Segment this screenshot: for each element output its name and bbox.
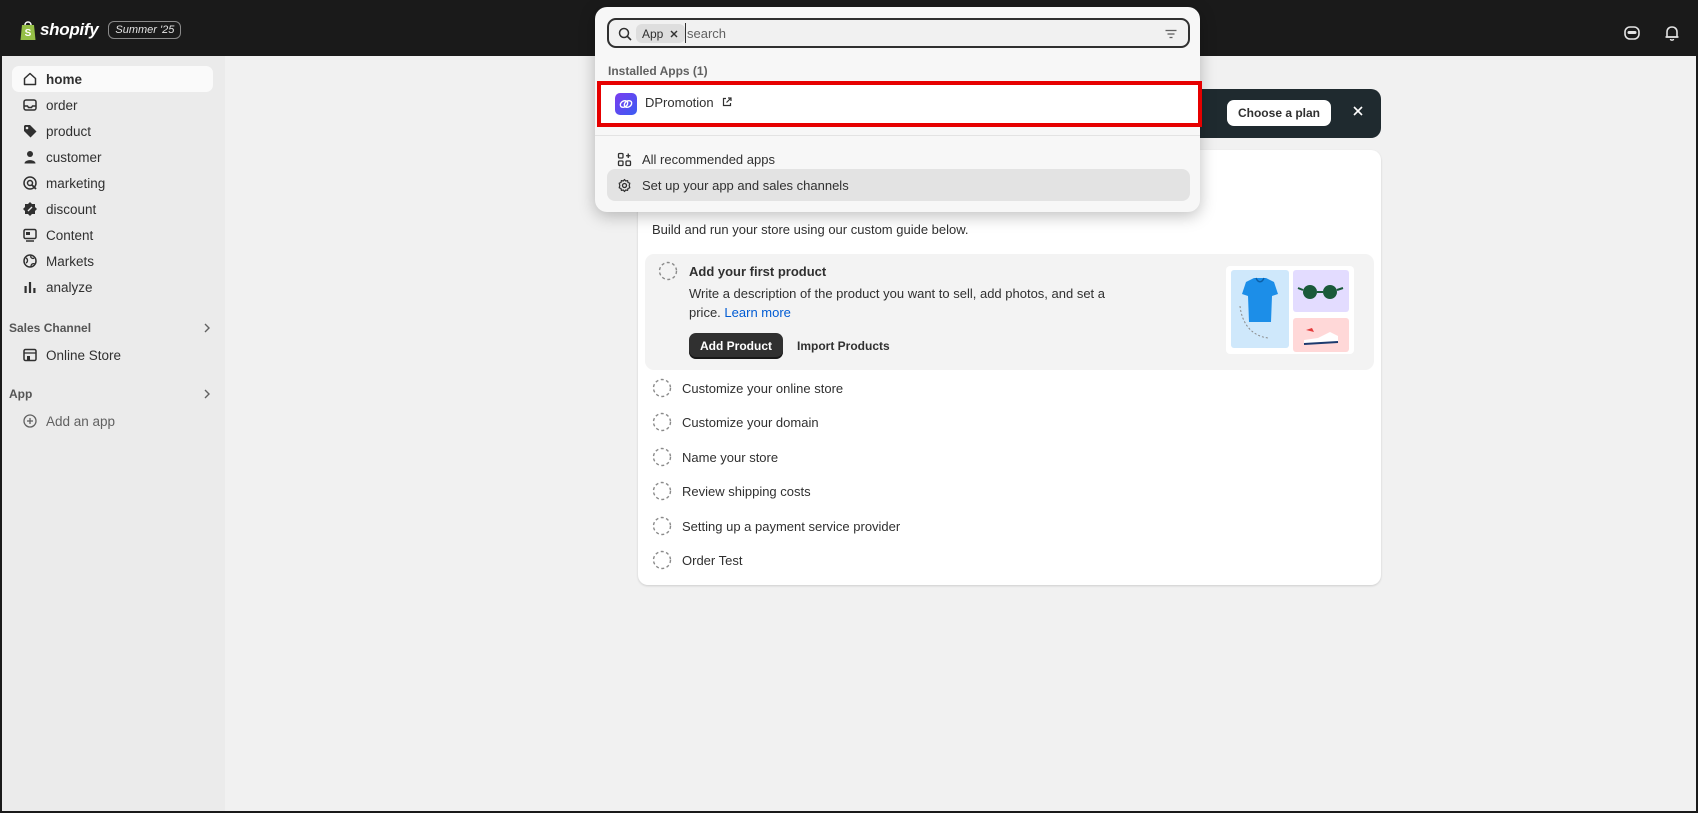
- person-icon: [24, 151, 36, 164]
- sales-channel-heading-label: Sales Channel: [9, 321, 92, 335]
- bell-icon[interactable]: [1663, 24, 1681, 42]
- home-icon: [23, 72, 37, 86]
- sidebar-item-label: product: [46, 123, 92, 139]
- task-payment-provider[interactable]: Setting up a payment service provider: [682, 519, 900, 534]
- filter-icon[interactable]: [1164, 27, 1178, 41]
- shopify-bag-icon: S: [20, 21, 36, 40]
- task-review-shipping[interactable]: Review shipping costs: [682, 484, 811, 499]
- add-product-button[interactable]: Add Product: [689, 333, 783, 359]
- setup-guide-intro: Build and run your store using our custo…: [652, 222, 969, 237]
- setup-apps-channels-item[interactable]: Set up your app and sales channels: [607, 169, 1190, 201]
- sidebar-item-add-app[interactable]: Add an app: [12, 408, 213, 434]
- task-incomplete-icon[interactable]: [658, 261, 678, 281]
- installed-app-name: DPromotion: [645, 95, 714, 110]
- globe-icon: [23, 254, 37, 268]
- installed-app-dpromotion[interactable]: DPromotion: [597, 81, 1202, 127]
- discount-icon: [23, 202, 37, 216]
- assistant-icon[interactable]: [1623, 24, 1641, 42]
- sidebar-item-analyze[interactable]: analyze: [12, 274, 213, 300]
- edition-badge[interactable]: Summer '25: [108, 21, 182, 39]
- sidebar-item-label: home: [46, 71, 83, 87]
- learn-more-link[interactable]: Learn more: [724, 305, 790, 320]
- active-task-description: Write a description of the product you w…: [689, 284, 1129, 322]
- task-customize-domain[interactable]: Customize your domain: [682, 415, 819, 430]
- import-products-button[interactable]: Import Products: [797, 339, 890, 353]
- sidebar-item-customer[interactable]: customer: [12, 144, 213, 170]
- chevron-right-icon: [204, 389, 210, 399]
- app-filter-chip-label: App: [642, 26, 664, 41]
- remove-filter-icon[interactable]: [669, 29, 679, 39]
- task-incomplete-icon[interactable]: [652, 481, 672, 501]
- sidebar-item-order[interactable]: order: [12, 92, 213, 118]
- dpromotion-logo-icon: [615, 93, 637, 115]
- main-nav: home order product customer marketing di…: [2, 56, 225, 300]
- sidebar-item-marketing[interactable]: marketing: [12, 170, 213, 196]
- all-recommended-apps-label: All recommended apps: [642, 151, 775, 167]
- sidebar: home order product customer marketing di…: [2, 56, 225, 811]
- sales-channel-heading[interactable]: Sales Channel: [9, 318, 213, 338]
- svg-text:S: S: [25, 28, 32, 39]
- setup-guide-card: Build and run your store using our custo…: [638, 150, 1381, 585]
- chevron-right-icon: [204, 323, 210, 333]
- plus-circle-icon: [23, 414, 37, 428]
- search-box[interactable]: App: [607, 18, 1190, 48]
- sidebar-item-label: order: [46, 97, 78, 113]
- gear-icon: [618, 178, 631, 192]
- task-incomplete-icon[interactable]: [652, 550, 672, 570]
- search-icon: [618, 27, 632, 41]
- target-icon: [23, 176, 37, 190]
- sidebar-item-label: analyze: [46, 279, 93, 295]
- installed-apps-heading: Installed Apps (1): [608, 64, 708, 78]
- search-input[interactable]: [685, 23, 1145, 43]
- task-incomplete-icon[interactable]: [652, 412, 672, 432]
- brand[interactable]: S shopify Summer '25: [19, 19, 182, 41]
- task-incomplete-icon[interactable]: [652, 516, 672, 536]
- product-illustration: [1226, 266, 1354, 354]
- sidebar-item-label: Content: [46, 227, 94, 243]
- sidebar-item-label: discount: [46, 201, 97, 217]
- active-task: Add your first product Write a descripti…: [645, 254, 1374, 370]
- close-icon[interactable]: [1351, 104, 1365, 118]
- sidebar-item-content[interactable]: Content: [12, 222, 213, 248]
- app-heading-label: App: [9, 387, 33, 401]
- apps-grid-icon: [617, 152, 632, 166]
- sidebar-item-online-store[interactable]: Online Store: [12, 342, 213, 368]
- task-name-store[interactable]: Name your store: [682, 450, 778, 465]
- add-app-label: Add an app: [46, 413, 116, 429]
- app-heading[interactable]: App: [9, 384, 213, 404]
- choose-plan-button[interactable]: Choose a plan: [1226, 100, 1331, 126]
- active-task-title: Add your first product: [689, 264, 827, 279]
- storefront-icon: [23, 348, 37, 362]
- setup-apps-channels-label: Set up your app and sales channels: [642, 177, 849, 193]
- sidebar-item-discount[interactable]: discount: [12, 196, 213, 222]
- bar-chart-icon: [24, 282, 36, 293]
- content-icon: [23, 228, 37, 242]
- task-order-test[interactable]: Order Test: [682, 553, 742, 568]
- task-customize-store[interactable]: Customize your online store: [682, 381, 843, 396]
- task-incomplete-icon[interactable]: [652, 378, 672, 398]
- tag-icon: [24, 125, 37, 138]
- sidebar-item-home[interactable]: home: [12, 66, 213, 92]
- online-store-label: Online Store: [46, 347, 122, 363]
- sidebar-item-markets[interactable]: Markets: [12, 248, 213, 274]
- popover-divider: [595, 135, 1200, 136]
- sidebar-item-label: customer: [46, 149, 102, 165]
- app-frame: S shopify Summer '25 home order product …: [0, 0, 1698, 813]
- sidebar-item-product[interactable]: product: [12, 118, 213, 144]
- external-link-icon: [722, 97, 732, 107]
- inbox-icon: [23, 99, 37, 111]
- search-popover: App Installed Apps (1) DPromotion All re…: [595, 7, 1202, 212]
- task-incomplete-icon[interactable]: [652, 447, 672, 467]
- sidebar-item-label: marketing: [46, 175, 106, 191]
- brand-name: shopify: [40, 20, 99, 39]
- app-filter-chip: App: [636, 24, 686, 43]
- sidebar-item-label: Markets: [46, 253, 95, 269]
